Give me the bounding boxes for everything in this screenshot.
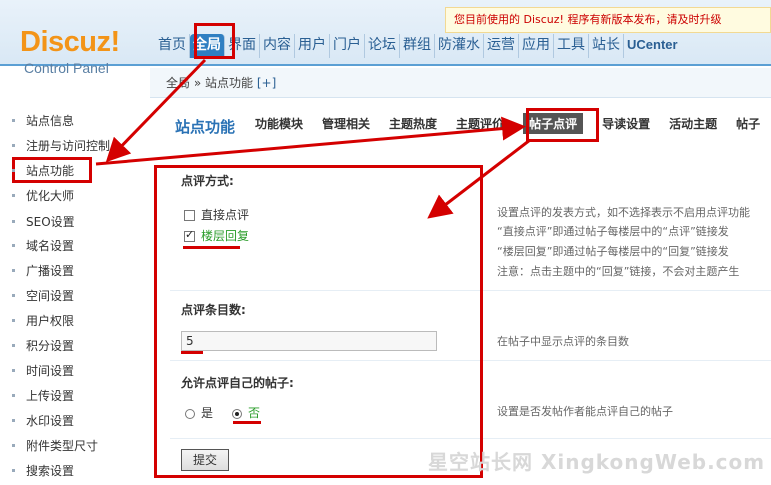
arrow-global-to-sidebar [105,58,207,163]
arrow-tab-to-form [427,138,531,219]
arrow-sidebar-to-tab [95,116,526,166]
annotation-arrows [95,58,531,219]
